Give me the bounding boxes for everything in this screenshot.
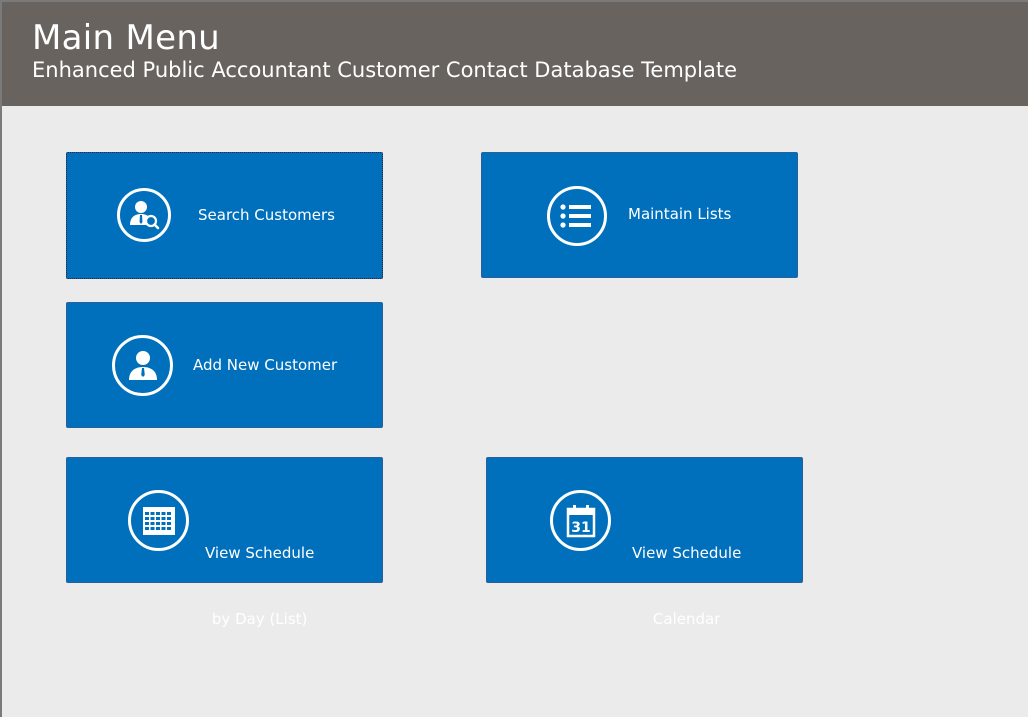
page-subtitle: Enhanced Public Accountant Customer Cont… (32, 58, 737, 82)
view-schedule-calendar-button[interactable]: 31 View Schedule Calendar (486, 457, 803, 628)
view-schedule-calendar-label: View Schedule Calendar (632, 498, 741, 674)
view-schedule-by-day-label: View Schedule by Day (List) (205, 498, 314, 674)
calendar-31-icon: 31 (550, 490, 611, 551)
label-line-2: by Day (List) (211, 610, 308, 628)
label-line-1: View Schedule (632, 544, 742, 562)
search-customers-button[interactable]: Search Customers (66, 152, 383, 279)
add-new-customer-button[interactable]: Add New Customer (66, 302, 383, 428)
view-schedule-by-day-button[interactable]: View Schedule by Day (List) (66, 457, 383, 628)
label-line-2: Calendar (652, 610, 721, 628)
add-new-customer-label: Add New Customer (193, 356, 338, 374)
add-customer-icon (112, 335, 173, 396)
search-customer-icon (117, 188, 171, 242)
calendar-day-number: 31 (571, 520, 590, 536)
calendar-grid-icon (128, 490, 189, 551)
search-customers-label: Search Customers (198, 206, 335, 224)
label-line-1: View Schedule (205, 544, 315, 562)
page-title: Main Menu (32, 18, 221, 58)
main-menu-window: Main Menu Enhanced Public Accountant Cus… (0, 0, 1028, 717)
list-icon (547, 186, 607, 246)
maintain-lists-label: Maintain Lists (628, 205, 732, 223)
maintain-lists-button[interactable]: Maintain Lists (481, 152, 798, 278)
header-banner: Main Menu Enhanced Public Accountant Cus… (2, 2, 1028, 106)
